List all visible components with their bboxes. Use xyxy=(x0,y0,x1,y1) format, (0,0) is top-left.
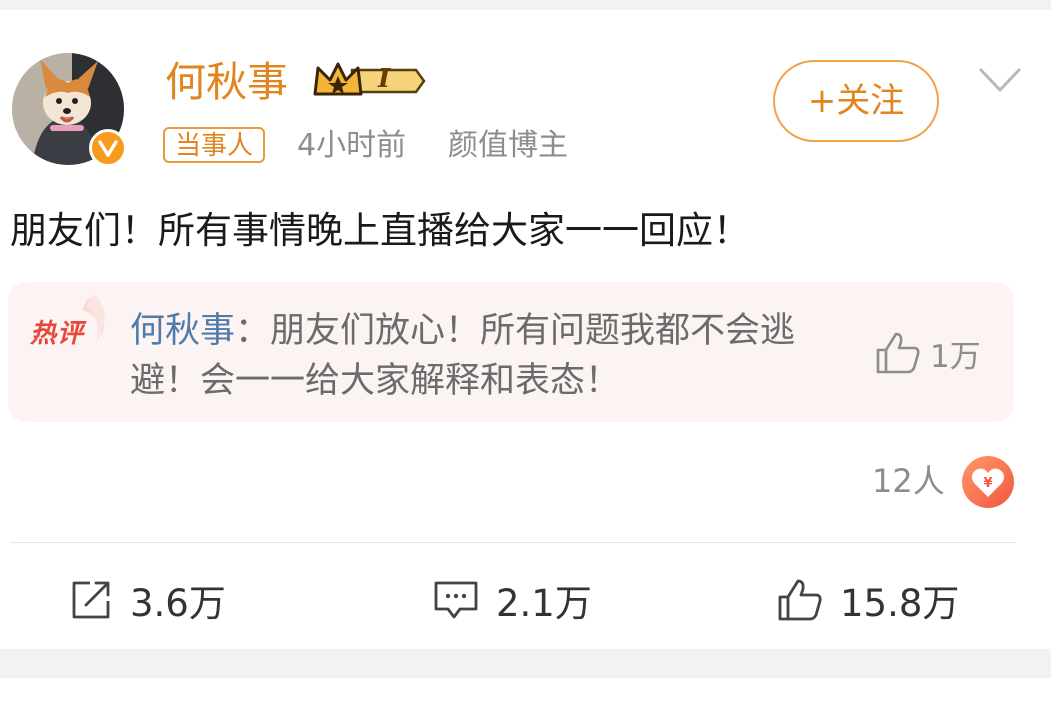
reward-count[interactable]: 12人 xyxy=(872,461,945,501)
thumb-up-icon xyxy=(876,332,920,374)
author-label[interactable]: 颜值博主 xyxy=(448,127,568,165)
hot-comment-label: 热评 xyxy=(30,319,85,349)
svg-text:¥: ¥ xyxy=(983,476,992,491)
reward-heart-icon[interactable]: ¥ xyxy=(961,455,1015,513)
repost-button[interactable]: 3.6万 xyxy=(68,570,226,630)
vip-level-label: I xyxy=(378,64,391,94)
hot-comment-text[interactable]: 何秋事：朋友们放心！所有问题我都不会逃避！会一一给大家解释和表态！ xyxy=(130,306,850,406)
repost-icon xyxy=(72,581,110,619)
author-name[interactable]: 何秋事 xyxy=(165,58,288,106)
follow-button[interactable]: +关注 xyxy=(773,60,939,142)
chevron-down-icon[interactable] xyxy=(978,66,1022,100)
like-button[interactable]: 15.8万 xyxy=(776,570,959,630)
hot-comment-user[interactable]: 何秋事 xyxy=(130,311,235,351)
top-spacer xyxy=(0,0,1051,10)
comment-button[interactable]: 2.1万 xyxy=(432,570,592,630)
comment-count: 2.1万 xyxy=(496,582,592,625)
like-count: 15.8万 xyxy=(840,582,960,625)
hot-comment-separator: ： xyxy=(235,311,271,351)
repost-count: 3.6万 xyxy=(130,582,226,625)
action-divider xyxy=(10,542,1015,543)
crown-vip-icon[interactable]: I xyxy=(312,60,426,106)
role-tag: 当事人 xyxy=(163,127,266,163)
post-content[interactable]: 朋友们！所有事情晚上直播给大家一一回应！ xyxy=(10,206,750,256)
next-post-card xyxy=(0,678,1051,710)
post-time: 4小时前 xyxy=(297,128,407,163)
verified-icon xyxy=(89,129,127,167)
hot-comment-like[interactable]: 1万 xyxy=(874,330,981,376)
thumb-up-icon xyxy=(778,579,822,621)
comment-icon xyxy=(434,581,478,619)
hot-comment-like-count: 1万 xyxy=(930,338,981,375)
